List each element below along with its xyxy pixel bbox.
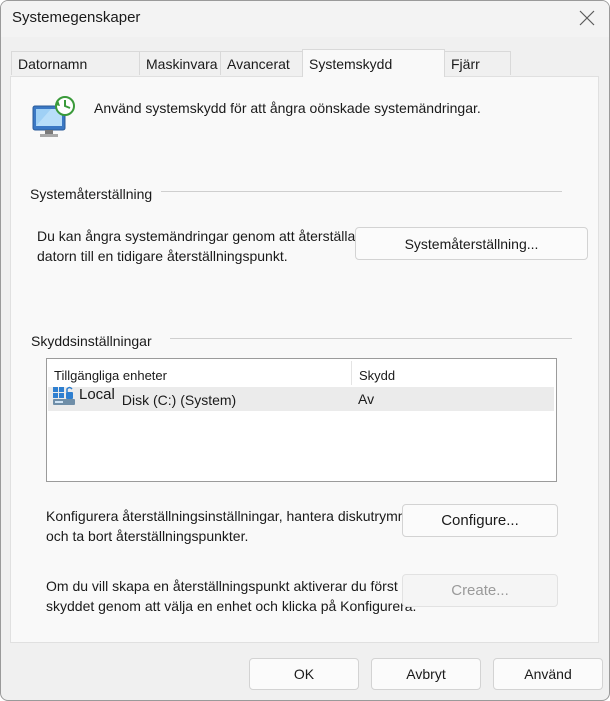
protection-group-divider [170,338,572,339]
tab-label: Avancerat [227,56,290,72]
restore-description-line-2: datorn till en tidigare återställningspu… [37,248,288,264]
configure-description-line-2: och ta bort återställningspunkter. [46,528,249,544]
tab-remote[interactable]: Fjärr [444,51,511,75]
restore-description: Du kan ångra systemändringar genom att å… [37,226,355,266]
close-button[interactable] [567,3,607,33]
cancel-button[interactable]: Avbryt [371,658,481,690]
table-row[interactable]: Local Disk (C:) (System) Av [48,386,554,411]
tab-strip: Datornamn Maskinvara Avancerat Systemsky… [1,37,609,77]
column-header-protection[interactable]: Skydd [352,359,552,386]
create-button[interactable]: Create... [402,574,558,607]
create-description-line-1: Om du vill skapa en återställningspunkt … [46,578,398,594]
window-title: Systemegenskaper [12,9,141,26]
tab-computer-name[interactable]: Datornamn [11,51,140,75]
configure-button[interactable]: Configure... [402,504,558,537]
column-header-drives[interactable]: Tillgängliga enheter [47,359,351,386]
create-description: Om du vill skapa en återställningspunkt … [46,576,416,616]
configure-description: Konfigurera återställningsinställningar,… [46,506,417,546]
protection-group-label: Skyddsinställningar [31,333,154,349]
tab-label: Systemskydd [309,56,393,72]
system-properties-window: Systemegenskaper Datornamn Maskinvara Av… [0,0,610,701]
tab-system-protection[interactable]: Systemskydd [302,49,445,77]
system-restore-button[interactable]: Systemåterställning... [355,227,588,260]
drive-icon [53,386,75,405]
drive-protection-status: Av [358,391,375,407]
tab-label: Maskinvara [146,56,218,72]
system-protection-icon [32,96,75,137]
close-icon [579,10,595,26]
configure-description-line-1: Konfigurera återställningsinställningar,… [46,508,418,524]
list-header: Tillgängliga enheter Skydd [47,359,556,386]
drive-name: Disk (C:) (System) [118,392,237,408]
tab-label: Fjärr [451,56,480,72]
title-bar: Systemegenskaper [1,1,609,37]
create-description-line-2: skyddet genom att välja en enhet och kli… [46,598,417,614]
apply-button[interactable]: Använd [493,658,603,690]
ok-button[interactable]: OK [249,658,359,690]
tab-label: Datornamn [18,56,88,72]
restore-group-divider [161,191,562,192]
restore-group-label: Systemåterställning [30,186,155,202]
tab-advanced[interactable]: Avancerat [220,51,303,75]
drive-name-prefix: Local [79,386,115,403]
tab-hardware[interactable]: Maskinvara [139,51,221,75]
drives-list[interactable]: Tillgängliga enheter Skydd Local Disk (C… [46,358,557,482]
restore-description-line-1: Du kan ångra systemändringar genom att å… [37,228,356,244]
intro-text: Använd systemskydd för att ångra oönskad… [94,100,481,116]
